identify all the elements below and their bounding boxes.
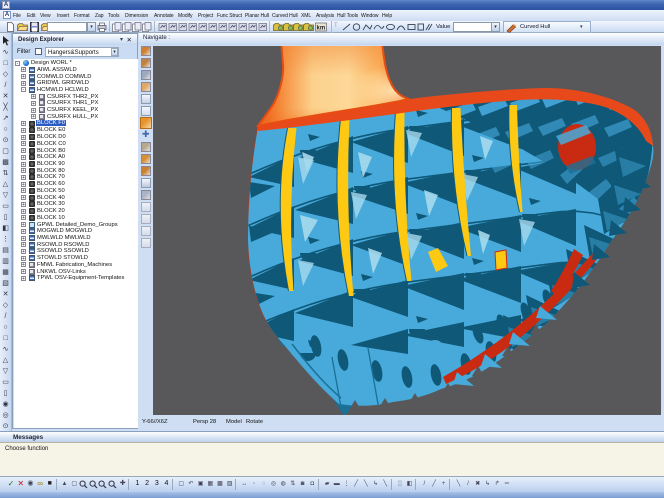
svg-text:km: km xyxy=(317,26,326,32)
